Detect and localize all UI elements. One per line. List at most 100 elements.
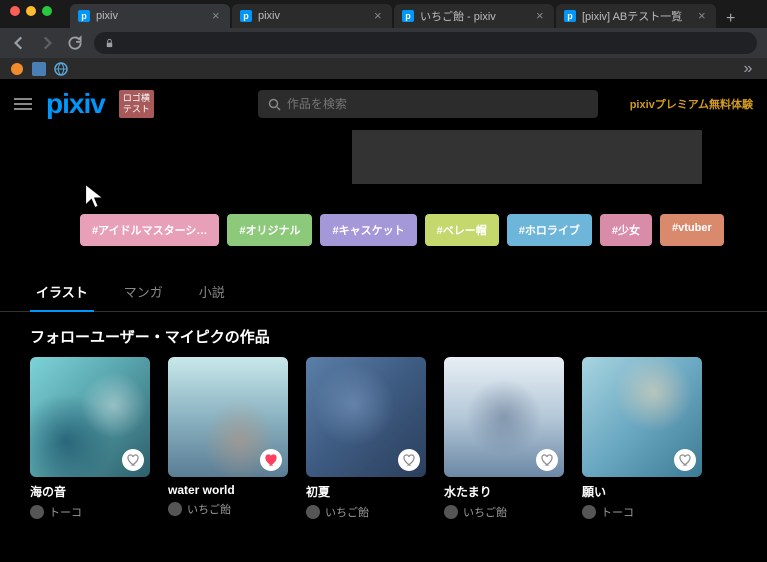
site-header: pixiv ロゴ横 テスト pixivプレミアム無料体験	[0, 80, 767, 128]
new-tab-button[interactable]: +	[718, 10, 743, 28]
artwork-title[interactable]: 初夏	[306, 483, 426, 500]
pixiv-favicon-icon: p	[78, 10, 90, 22]
artwork-thumbnail[interactable]	[306, 357, 426, 477]
pixiv-favicon-icon: p	[564, 10, 576, 22]
avatar	[306, 505, 320, 519]
extension-icon[interactable]	[10, 62, 24, 76]
search-input[interactable]	[287, 97, 588, 111]
window-traffic-lights	[0, 0, 62, 22]
avatar	[444, 505, 458, 519]
pixiv-favicon-icon: p	[402, 10, 414, 22]
tag-pill[interactable]: #vtuber	[660, 214, 724, 246]
artwork-card: water world いちご飴	[168, 357, 288, 520]
tag-pill[interactable]: #アイドルマスターシ…	[80, 214, 219, 246]
like-button[interactable]	[536, 449, 558, 471]
tag-pill[interactable]: #少女	[600, 214, 652, 246]
heart-icon	[265, 454, 278, 467]
content-tab[interactable]: 小説	[193, 274, 231, 311]
close-icon[interactable]: ×	[374, 11, 384, 21]
heart-icon	[403, 454, 416, 467]
tag-pill[interactable]: #オリジナル	[227, 214, 312, 246]
tab-title: pixiv	[96, 10, 206, 22]
content-tab[interactable]: マンガ	[118, 274, 169, 311]
artwork-author[interactable]: いちご飴	[168, 501, 288, 517]
author-name: トーコ	[601, 504, 634, 520]
avatar	[168, 502, 182, 516]
content-tabs: イラストマンガ小説	[0, 274, 767, 312]
author-name: いちご飴	[325, 504, 369, 520]
tab-title: pixiv	[258, 10, 368, 22]
author-name: トーコ	[49, 504, 82, 520]
tag-row: #アイドルマスターシ…#オリジナル#キャスケット #ベレー帽#ホロライブ#少女#v…	[0, 214, 767, 246]
extension-icon[interactable]	[32, 62, 46, 76]
logo-test-badge[interactable]: ロゴ横 テスト	[119, 90, 154, 118]
like-button[interactable]	[674, 449, 696, 471]
tag-pill[interactable]: #キャスケット	[320, 214, 416, 246]
close-icon[interactable]: ×	[698, 11, 708, 21]
artwork-thumbnail[interactable]	[444, 357, 564, 477]
artwork-title[interactable]: 水たまり	[444, 483, 564, 500]
svg-text:p: p	[243, 11, 249, 21]
extensions-overflow-icon[interactable]: »	[739, 60, 757, 78]
author-name: いちご飴	[187, 501, 231, 517]
section-title: フォローユーザー・マイピクの作品	[0, 312, 767, 357]
window-close[interactable]	[10, 6, 20, 16]
browser-tab-2[interactable]: p いちご飴 - pixiv ×	[394, 4, 554, 28]
artwork-card: 初夏 いちご飴	[306, 357, 426, 520]
artwork-card: 海の音 トーコ	[30, 357, 150, 520]
artwork-card: 願い トーコ	[582, 357, 702, 520]
browser-tab-3[interactable]: p [pixiv] ABテスト一覧 ×	[556, 4, 716, 28]
ad-placeholder	[352, 130, 702, 184]
back-button[interactable]	[10, 34, 28, 52]
artwork-author[interactable]: トーコ	[582, 504, 702, 520]
artwork-title[interactable]: 願い	[582, 483, 702, 500]
lock-icon	[104, 38, 115, 49]
artwork-author[interactable]: トーコ	[30, 504, 150, 520]
svg-text:p: p	[405, 11, 411, 21]
artwork-title[interactable]: 海の音	[30, 483, 150, 500]
browser-tab-1[interactable]: p pixiv ×	[232, 4, 392, 28]
content-tab[interactable]: イラスト	[30, 274, 94, 311]
like-button[interactable]	[398, 449, 420, 471]
like-button[interactable]	[260, 449, 282, 471]
address-bar-row	[0, 28, 767, 58]
artwork-author[interactable]: いちご飴	[306, 504, 426, 520]
tag-pill[interactable]: #ホロライブ	[507, 214, 592, 246]
window-maximize[interactable]	[42, 6, 52, 16]
forward-button[interactable]	[38, 34, 56, 52]
window-minimize[interactable]	[26, 6, 36, 16]
pixiv-logo[interactable]: pixiv	[46, 88, 105, 120]
mouse-cursor-icon	[82, 182, 110, 210]
like-button[interactable]	[122, 449, 144, 471]
tab-strip: p pixiv × p pixiv × p いちご飴 - pixiv × p […	[0, 0, 767, 28]
browser-tab-0[interactable]: p pixiv ×	[70, 4, 230, 28]
artwork-title[interactable]: water world	[168, 483, 288, 497]
close-icon[interactable]: ×	[536, 11, 546, 21]
artwork-thumbnail[interactable]	[30, 357, 150, 477]
close-icon[interactable]: ×	[212, 11, 222, 21]
artwork-thumbnail[interactable]	[168, 357, 288, 477]
author-name: いちご飴	[463, 504, 507, 520]
artwork-author[interactable]: いちご飴	[444, 504, 564, 520]
search-icon	[268, 98, 281, 111]
extension-icon[interactable]	[54, 62, 68, 76]
tab-title: [pixiv] ABテスト一覧	[582, 8, 692, 24]
premium-link[interactable]: pixivプレミアム無料体験	[630, 96, 753, 112]
artwork-card: 水たまり いちご飴	[444, 357, 564, 520]
pixiv-favicon-icon: p	[240, 10, 252, 22]
tab-title: いちご飴 - pixiv	[420, 8, 530, 24]
address-bar[interactable]	[94, 32, 757, 54]
hamburger-icon[interactable]	[14, 97, 32, 111]
avatar	[30, 505, 44, 519]
tag-pill[interactable]: #ベレー帽	[425, 214, 499, 246]
svg-text:p: p	[81, 11, 87, 21]
search-box[interactable]	[258, 90, 598, 118]
artwork-row: 海の音 トーコ water world いちご飴 初夏 いちご飴	[0, 357, 767, 520]
heart-icon	[679, 454, 692, 467]
artwork-thumbnail[interactable]	[582, 357, 702, 477]
heart-icon	[127, 454, 140, 467]
heart-icon	[541, 454, 554, 467]
extension-row: »	[0, 58, 767, 80]
svg-text:p: p	[567, 11, 573, 21]
reload-button[interactable]	[66, 34, 84, 52]
